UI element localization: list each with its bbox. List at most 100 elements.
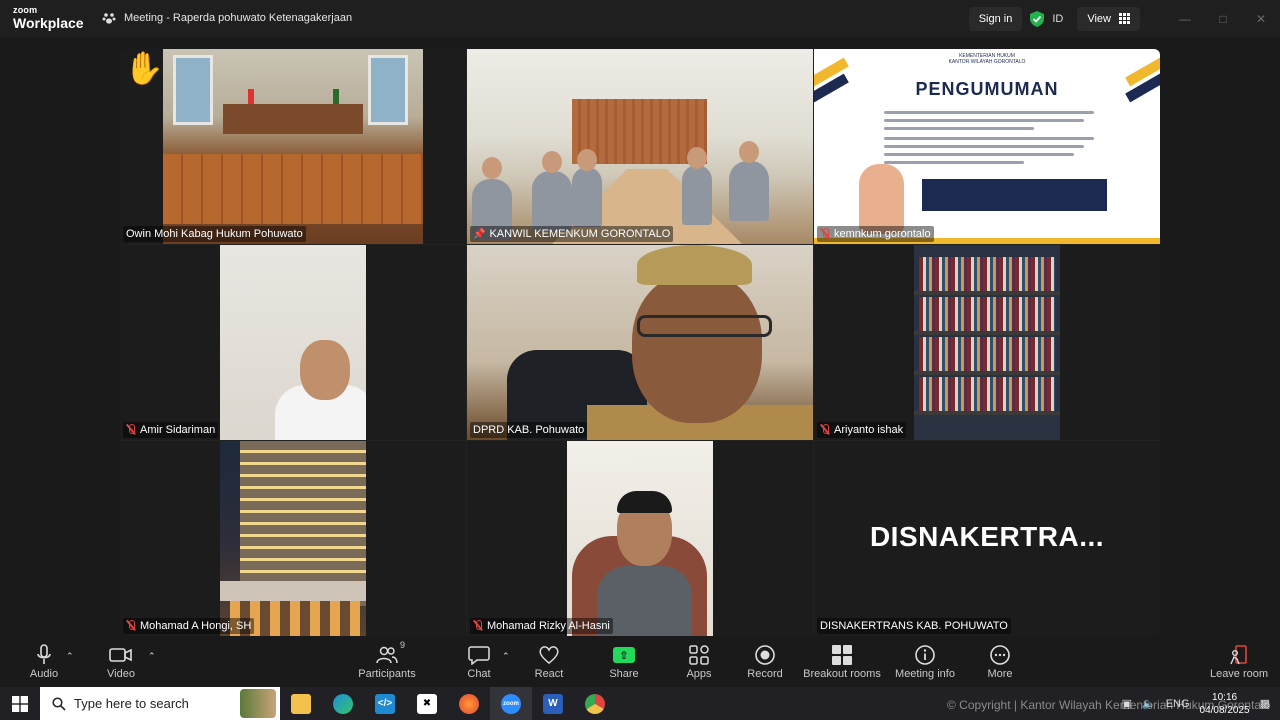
- breakout-rooms-button[interactable]: Breakout rooms: [801, 642, 883, 680]
- breakout-label: Breakout rooms: [803, 668, 881, 680]
- participant-video: [914, 245, 1060, 440]
- share-screen-icon: ⇧: [613, 647, 635, 663]
- shared-announcement: KEMENTERIAN HUKUM KANTOR WILAYAH GORONTA…: [814, 49, 1160, 244]
- search-placeholder: Type here to search: [74, 696, 189, 711]
- windows-start-button[interactable]: [0, 687, 40, 720]
- meeting-paw-icon: [102, 13, 116, 24]
- firefox-icon[interactable]: [448, 687, 490, 720]
- volume-icon[interactable]: 🔈: [1142, 697, 1156, 710]
- sign-in-button[interactable]: Sign in: [968, 6, 1023, 31]
- record-label: Record: [747, 668, 783, 680]
- video-options-caret[interactable]: ⌃: [148, 651, 156, 662]
- participant-nameplate: 📌 KANWIL KEMENKUM GORONTALO: [470, 226, 674, 242]
- participant-name-display: DISNAKERTRA...: [869, 521, 1105, 552]
- chat-label: Chat: [467, 668, 491, 680]
- zoom-app-icon[interactable]: zoom: [490, 687, 532, 720]
- brand-top: zoom: [13, 5, 38, 15]
- participant-nameplate: DISNAKERTRANS KAB. POHUWATO: [817, 618, 1011, 634]
- network-icon[interactable]: ▣: [1122, 697, 1132, 710]
- grid-icon: [1119, 13, 1130, 24]
- participants-icon: [376, 646, 398, 664]
- breakout-rooms-icon: [832, 645, 852, 665]
- heart-icon: [539, 646, 559, 664]
- chrome-icon[interactable]: [574, 687, 616, 720]
- react-button[interactable]: React: [514, 642, 584, 680]
- mic-muted-icon: [820, 424, 830, 436]
- more-button[interactable]: More: [965, 642, 1035, 680]
- chat-icon: [468, 646, 490, 665]
- video-button[interactable]: Video: [86, 642, 156, 680]
- language-indicator[interactable]: ENG: [1166, 698, 1190, 710]
- pin-icon: 📌: [473, 228, 486, 240]
- info-icon: [915, 645, 935, 665]
- video-tile[interactable]: KEMENTERIAN HUKUM KANTOR WILAYAH GORONTA…: [814, 49, 1160, 244]
- zoom-logo: zoom Workplace: [13, 5, 84, 31]
- announcement-org-2: KANTOR WILAYAH GORONTALO: [948, 59, 1026, 65]
- edge-browser-icon[interactable]: [322, 687, 364, 720]
- participants-button[interactable]: 9 Participants: [352, 640, 422, 680]
- share-button[interactable]: ⇧ Share: [589, 642, 659, 680]
- record-button[interactable]: Record: [730, 642, 800, 680]
- notifications-icon[interactable]: ▩: [1260, 697, 1270, 710]
- meeting-title: Meeting - Raperda pohuwato Ketenagakerja…: [124, 12, 353, 24]
- participant-video: [163, 49, 423, 244]
- system-tray: ▣ 🔈 ENG 10:16 04/08/2025 ▩: [1122, 687, 1280, 720]
- video-tile[interactable]: Amir Sidariman: [120, 245, 466, 440]
- maximize-icon[interactable]: □: [1204, 0, 1242, 37]
- participant-nameplate: Mohamad A Hongi, SH: [123, 618, 255, 634]
- capcut-icon[interactable]: ✖: [406, 687, 448, 720]
- mic-muted-icon: [820, 228, 830, 240]
- video-gallery: ✋ Owin Mohi Kabag Hukum Pohuwato 📌 KANWI…: [120, 49, 1160, 636]
- participant-video: [220, 245, 366, 440]
- video-tile[interactable]: DPRD KAB. Pohuwato: [467, 245, 813, 440]
- minimize-icon[interactable]: —: [1166, 0, 1204, 37]
- participant-video: [220, 441, 366, 636]
- taskbar-search[interactable]: Type here to search: [40, 687, 280, 720]
- raised-hand-icon: ✋: [124, 50, 164, 86]
- participant-nameplate: kemnkum gorontalo: [817, 226, 934, 242]
- apps-button[interactable]: Apps: [664, 642, 734, 680]
- view-label: View: [1087, 12, 1111, 25]
- meeting-info-label: Meeting info: [895, 668, 955, 680]
- clock[interactable]: 10:16 04/08/2025: [1200, 691, 1250, 717]
- audio-options-caret[interactable]: ⌃: [66, 651, 74, 662]
- participant-nameplate: Amir Sidariman: [123, 422, 219, 438]
- video-tile[interactable]: Mohamad Rizky Al-Hasni: [467, 441, 813, 636]
- audio-label: Audio: [29, 668, 59, 680]
- clock-time: 10:16: [1212, 691, 1238, 703]
- chat-options-caret[interactable]: ⌃: [502, 651, 510, 662]
- meeting-info-button[interactable]: Meeting info: [890, 642, 960, 680]
- share-label: Share: [609, 668, 639, 680]
- participant-video: [467, 245, 813, 440]
- participant-video: [467, 49, 813, 244]
- video-tile[interactable]: DISNAKERTRA... DISNAKERTRANS KAB. POHUWA…: [814, 441, 1160, 636]
- video-label: Video: [107, 668, 135, 680]
- video-tile[interactable]: Mohamad A Hongi, SH: [120, 441, 466, 636]
- more-icon: [990, 645, 1010, 665]
- more-label: More: [987, 668, 1013, 680]
- clock-date: 04/08/2025: [1199, 704, 1250, 716]
- mic-muted-icon: [126, 424, 136, 436]
- video-tile[interactable]: 📌 KANWIL KEMENKUM GORONTALO: [467, 49, 813, 244]
- leave-label: Leave room: [1209, 668, 1269, 680]
- meeting-toolbar: Audio ⌃ Video ⌃ 9 Participants Chat ⌃ Re…: [0, 637, 1280, 687]
- leave-room-button[interactable]: Leave room: [1204, 642, 1274, 680]
- announcement-heading: PENGUMUMAN: [915, 79, 1059, 99]
- participant-nameplate: Owin Mohi Kabag Hukum Pohuwato: [123, 226, 306, 242]
- participant-name: Ariyanto ishak: [834, 424, 904, 436]
- meeting-id-button[interactable]: ID: [1030, 10, 1064, 27]
- close-icon[interactable]: ✕: [1242, 0, 1280, 37]
- participants-count: 9: [400, 640, 406, 650]
- view-button[interactable]: View: [1077, 6, 1140, 31]
- participant-name: Amir Sidariman: [140, 424, 216, 436]
- apps-icon: [689, 645, 709, 665]
- participant-name: DPRD KAB. Pohuwato: [473, 424, 585, 436]
- file-explorer-icon[interactable]: [280, 687, 322, 720]
- video-tile[interactable]: ✋ Owin Mohi Kabag Hukum Pohuwato: [120, 49, 466, 244]
- word-icon[interactable]: W: [532, 687, 574, 720]
- id-label: ID: [1052, 12, 1064, 25]
- video-tile[interactable]: Ariyanto ishak: [814, 245, 1160, 440]
- participants-label: Participants: [358, 668, 416, 680]
- vscode-icon[interactable]: </>: [364, 687, 406, 720]
- windows-logo-icon: [12, 695, 28, 712]
